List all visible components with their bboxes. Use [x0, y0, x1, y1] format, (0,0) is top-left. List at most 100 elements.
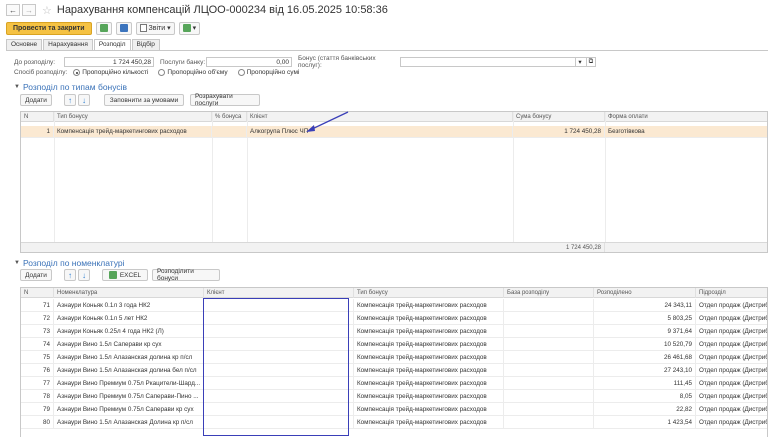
col-bonus-pct[interactable]: % бонуса — [212, 112, 247, 122]
bank-services-field[interactable]: 0,00 — [206, 57, 292, 67]
forward-arrow-icon[interactable]: → — [22, 4, 36, 16]
table-row[interactable]: 1 Компенсація трейд-маркетингових расход… — [21, 126, 767, 138]
radio-by-quantity[interactable] — [73, 69, 81, 76]
cell-n: 76 — [21, 364, 54, 377]
section-nomenclature-title[interactable]: ▼ Розподіл по номенклатурі — [14, 258, 125, 268]
radio-by-sum-label: Пропорційно сумі — [246, 69, 300, 76]
radio-by-sum[interactable] — [237, 69, 245, 76]
table-row[interactable]: 73 Азнаури Коньяк 0.25л 4 года НК2 (Л) Ком… — [21, 325, 767, 338]
table-row[interactable]: 80 Азнаури Вино 1.5л Алазанская Долина кр… — [21, 416, 767, 429]
cell-nomenclature: Азнаури Коньяк 0.25л 4 года НК2 (Л) — [54, 325, 204, 338]
tab-distribution[interactable]: Розподіл — [93, 39, 131, 50]
cell-nomenclature: Азнаури Коньяк 0.1л 5 лет НК2 — [54, 312, 204, 325]
radio-by-volume[interactable] — [158, 69, 166, 76]
col-department[interactable]: Підрозділ — [696, 288, 767, 298]
col-nomenclature[interactable]: Номенклатура — [54, 288, 204, 298]
col-base[interactable]: База розподілу — [504, 288, 594, 298]
col-payment-form[interactable]: Форма оплати — [605, 112, 767, 122]
col-bonus-type[interactable]: Тип бонусу — [354, 288, 504, 298]
table-row[interactable]: 71 Азнаури Коньяк 0.1л 3 года НК2 Компенса… — [21, 299, 767, 312]
cell-n: 77 — [21, 377, 54, 390]
cell-distributed: 9 371,64 — [594, 325, 696, 338]
table-row[interactable]: 79 Азнаури Вино Премиум 0.75л Саперави кр… — [21, 403, 767, 416]
radio-by-volume-label: Пропорційно об'єму — [167, 69, 228, 76]
calc-services-button[interactable]: Розрахувати послуги — [190, 93, 260, 107]
move-up-icon[interactable]: ↑ — [64, 269, 76, 281]
chevron-down-icon: ▾ — [167, 25, 171, 32]
dropdown-icon[interactable]: ▾ — [575, 58, 584, 66]
cell-department: Отдел продаж (Дистрибу — [696, 325, 767, 338]
table-row[interactable]: 77 Азнаури Вино Премиум 0.75л Ркацители-Ш… — [21, 377, 767, 390]
create-based-icon — [182, 24, 191, 32]
table-row[interactable]: 76 Азнаури Вино 1.5л Алазанская долина бе… — [21, 364, 767, 377]
move-down-icon[interactable]: ↓ — [78, 269, 90, 281]
cell-bonus-type: Компенсація трейд-маркетингових расходов — [354, 390, 504, 403]
open-icon[interactable]: ⧉ — [586, 58, 595, 66]
table-row[interactable]: 74 Азнаури Вино 1.5л Саперави кр сух Компе… — [21, 338, 767, 351]
save-button[interactable] — [115, 21, 132, 35]
col-distributed[interactable]: Розподілено — [594, 288, 696, 298]
move-down-icon[interactable]: ↓ — [78, 94, 90, 106]
tab-accrual[interactable]: Нарахування — [43, 39, 93, 50]
col-bonus-sum[interactable]: Сума бонусу — [513, 112, 605, 122]
bank-services-label: Послуги банку: — [160, 58, 206, 66]
cell-department: Отдел продаж (Дистрибу — [696, 403, 767, 416]
nomenclature-table: N Номенклатура Клієнт Тип бонусу База ро… — [20, 287, 768, 437]
post-button[interactable] — [95, 21, 112, 35]
reports-icon — [139, 24, 147, 32]
create-based-button[interactable]: ▾ — [178, 21, 201, 35]
col-n[interactable]: N — [21, 112, 54, 122]
move-up-icon[interactable]: ↑ — [64, 94, 76, 106]
cell-department: Отдел продаж (Дистрибу — [696, 390, 767, 403]
back-arrow-icon[interactable]: ← — [6, 4, 20, 16]
col-bonus-type[interactable]: Тип бонусу — [54, 112, 212, 122]
cell-bonus-type: Компенсація трейд-маркетингових расходов — [354, 351, 504, 364]
to-distribute-label: До розподілу: — [14, 58, 56, 66]
cell-base — [504, 312, 594, 325]
excel-button[interactable]: EXCEL — [102, 269, 148, 281]
table-row[interactable]: 75 Азнаури Вино 1.5л Алазанская долина кр… — [21, 351, 767, 364]
excel-label: EXCEL — [119, 271, 142, 279]
cell-bonus-type: Компенсація трейд-маркетингових расходов — [354, 325, 504, 338]
table-row[interactable]: 72 Азнаури Коньяк 0.1л 5 лет НК2 Компенсац… — [21, 312, 767, 325]
cell-nomenclature: Азнаури Вино 1.5л Алазанская долина бел … — [54, 364, 204, 377]
chevron-down-icon: ▾ — [192, 25, 197, 32]
fill-by-conditions-button[interactable]: Заповнити за умовами — [104, 94, 184, 106]
bonus-article-label: Бонус (стаття банківських послуг): — [298, 55, 376, 69]
cell-distributed: 27 243,10 — [594, 364, 696, 377]
table-row[interactable]: 78 Азнаури Вино Премиум 0.75л Саперави-Пи… — [21, 390, 767, 403]
save-icon — [119, 24, 128, 32]
favorite-star-icon[interactable]: ☆ — [42, 4, 52, 17]
section-bonus-types-title[interactable]: ▼ Розподіл по типам бонусів — [14, 82, 127, 92]
cell-distributed: 24 343,11 — [594, 299, 696, 312]
to-distribute-field[interactable]: 1 724 450,28 — [64, 57, 154, 67]
add-nomenclature-button[interactable]: Додати — [20, 269, 52, 281]
col-client[interactable]: Клієнт — [247, 112, 513, 122]
cell-nomenclature: Азнаури Вино 1.5л Саперави кр сух — [54, 338, 204, 351]
distribute-bonuses-button[interactable]: Розподілити бонуси — [152, 268, 220, 282]
cell-nomenclature: Азнаури Вино Премиум 0.75л Ркацители-Шар… — [54, 377, 204, 390]
cell-nomenclature: Азнаури Вино 1.5л Алазанская долина кр п… — [54, 351, 204, 364]
col-client[interactable]: Клієнт — [204, 288, 354, 298]
collapse-icon[interactable]: ▼ — [14, 84, 20, 90]
table-header: N Тип бонусу % бонуса Клієнт Сума бонусу… — [21, 112, 767, 122]
bonus-types-table: N Тип бонусу % бонуса Клієнт Сума бонусу… — [20, 111, 768, 253]
toolbar: Провести та закрити Звіти ▾ ▾ — [6, 21, 201, 35]
tab-divider — [6, 50, 768, 51]
table-footer: 1 724 450,28 — [21, 242, 767, 252]
tab-main[interactable]: Основне — [6, 39, 43, 50]
collapse-icon[interactable]: ▼ — [14, 260, 20, 266]
cell-n: 74 — [21, 338, 54, 351]
reports-button[interactable]: Звіти ▾ — [135, 21, 175, 35]
add-bonus-type-button[interactable]: Додати — [20, 94, 52, 106]
post-and-close-button[interactable]: Провести та закрити — [6, 21, 92, 35]
cell-n: 71 — [21, 299, 54, 312]
cell-base — [504, 403, 594, 416]
cell-bonus-type: Компенсація трейд-маркетингових расходов — [354, 338, 504, 351]
bonus-article-field[interactable]: ▾ ⧉ — [400, 57, 596, 67]
tab-selection[interactable]: Відбір — [131, 39, 160, 50]
cell-base — [504, 416, 594, 429]
col-n[interactable]: N — [21, 288, 54, 298]
cell-distributed: 10 520,79 — [594, 338, 696, 351]
cell-bonus-pct — [212, 126, 247, 138]
